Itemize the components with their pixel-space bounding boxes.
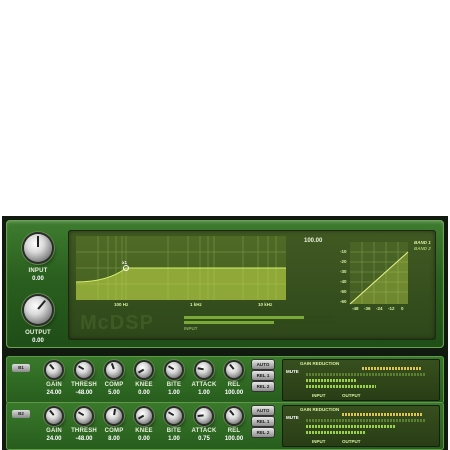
- bite-value: 1.00: [168, 390, 180, 396]
- thresh-knob[interactable]: [76, 362, 92, 378]
- rel-label: REL: [227, 428, 241, 434]
- threshold-readout[interactable]: 100.00: [304, 238, 322, 244]
- gain-reduction-meter: [342, 413, 422, 416]
- rel1-button[interactable]: REL 1: [252, 417, 274, 426]
- gain-value: 24.00: [46, 436, 62, 442]
- knee-label: KNEE: [135, 428, 153, 434]
- auto-button[interactable]: AUTO: [252, 406, 274, 415]
- transfer-y-tick: -20: [340, 259, 347, 264]
- attack-value: 0.75: [198, 436, 210, 442]
- rel-label: REL: [227, 382, 241, 388]
- comp-knob[interactable]: [106, 408, 122, 424]
- comp-knob[interactable]: [106, 362, 122, 378]
- output-label: OUTPUT: [25, 330, 51, 336]
- rel-knob[interactable]: [226, 408, 242, 424]
- thresh-label: THRESH: [71, 428, 97, 434]
- band-2-button[interactable]: B2: [12, 410, 30, 418]
- thresh-knob[interactable]: [76, 408, 92, 424]
- band-legend-2: BAND 2: [414, 246, 431, 251]
- auto-button[interactable]: AUTO: [252, 360, 274, 369]
- bite-knob[interactable]: [166, 362, 182, 378]
- eq-display: 100 Hz 1 kHz 10 kHz x1 100.00 BAND 1 BAN…: [68, 230, 436, 340]
- multiband-compressor-plugin: INPUT 0.00 OUTPUT 0.00 100 Hz 1 kHz 10 k…: [2, 216, 448, 450]
- rel1-button[interactable]: REL 1: [252, 371, 274, 380]
- rel-value: 100.00: [224, 436, 244, 442]
- bite-label: BITE: [166, 428, 182, 434]
- meter-bar: [306, 373, 426, 376]
- gain-knob[interactable]: [46, 408, 62, 424]
- gain-knob[interactable]: [46, 362, 62, 378]
- knee-knob[interactable]: [136, 362, 152, 378]
- attack-knob[interactable]: [196, 362, 212, 378]
- gain-value: 24.00: [46, 390, 62, 396]
- knee-value: 0.00: [138, 436, 150, 442]
- band-1-button[interactable]: B1: [12, 364, 30, 372]
- mute-label[interactable]: MUTE: [286, 369, 299, 374]
- band-point-label: x1: [122, 260, 128, 265]
- gain-reduction-label: GAIN REDUCTION: [300, 361, 340, 366]
- input-value: 0.00: [32, 276, 44, 282]
- knee-value: 0.00: [138, 390, 150, 396]
- transfer-x-tick: -48: [352, 306, 359, 311]
- transfer-y-tick: -10: [340, 249, 347, 254]
- comp-label: COMP: [104, 382, 124, 388]
- mute-label[interactable]: MUTE: [286, 415, 299, 420]
- meter-bar: [306, 419, 426, 422]
- freq-label-1khz: 1 kHz: [190, 302, 202, 307]
- comp-value: 8.00: [108, 436, 120, 442]
- gain-label: GAIN: [46, 428, 62, 434]
- rel-knob[interactable]: [226, 362, 242, 378]
- attack-label: ATTACK: [191, 428, 217, 434]
- rel-value: 100.00: [224, 390, 244, 396]
- band-legend-1: BAND 1: [414, 240, 431, 245]
- transfer-y-tick: -50: [340, 289, 347, 294]
- output-meter: [306, 385, 376, 388]
- meter-label: INPUT: [184, 326, 198, 331]
- attack-label: ATTACK: [191, 382, 217, 388]
- knee-label: KNEE: [135, 382, 153, 388]
- comp-label: COMP: [104, 428, 124, 434]
- transfer-x-tick: -36: [364, 306, 371, 311]
- knee-knob[interactable]: [136, 408, 152, 424]
- input-label: INPUT: [28, 268, 48, 274]
- bite-value: 1.00: [168, 436, 180, 442]
- transfer-y-tick: -60: [340, 299, 347, 304]
- input-radio-label[interactable]: INPUT: [312, 393, 326, 398]
- thresh-label: THRESH: [71, 382, 97, 388]
- gain-reduction-display: GAIN REDUCTION MUTE INPUT OUTPUT: [282, 405, 440, 447]
- output-radio-label[interactable]: OUTPUT: [342, 393, 361, 398]
- output-knob[interactable]: [24, 296, 52, 324]
- comp-value: 5.00: [108, 390, 120, 396]
- freq-label-100hz: 100 Hz: [114, 302, 129, 307]
- input-radio-label[interactable]: INPUT: [312, 439, 326, 444]
- freq-label-10khz: 10 kHz: [258, 302, 273, 307]
- transfer-y-tick: -40: [340, 279, 347, 284]
- band-row-2: B2 GAIN 24.00 THRESH -48.00 COMP 8.00 KN…: [6, 402, 444, 450]
- output-meter: [306, 431, 366, 434]
- gain-reduction-label: GAIN REDUCTION: [300, 407, 340, 412]
- output-radio-label[interactable]: OUTPUT: [342, 439, 361, 444]
- input-meter: [306, 379, 356, 382]
- band-row-1: B1 GAIN 24.00 THRESH -48.00 COMP 5.00 KN…: [6, 356, 444, 404]
- main-panel: INPUT 0.00 OUTPUT 0.00 100 Hz 1 kHz 10 k…: [6, 220, 444, 348]
- rel2-button[interactable]: REL 2: [252, 428, 274, 437]
- bite-label: BITE: [166, 382, 182, 388]
- gain-reduction-display: GAIN REDUCTION MUTE INPUT OUTPUT: [282, 359, 440, 401]
- output-value: 0.00: [32, 338, 44, 344]
- transfer-x-tick: 0: [401, 306, 404, 311]
- thresh-value: -48.00: [75, 390, 93, 396]
- bite-knob[interactable]: [166, 408, 182, 424]
- transfer-x-tick: -12: [388, 306, 395, 311]
- attack-value: 1.00: [198, 390, 210, 396]
- attack-knob[interactable]: [196, 408, 212, 424]
- gain-label: GAIN: [46, 382, 62, 388]
- rel2-button[interactable]: REL 2: [252, 382, 274, 391]
- gain-reduction-meter: [362, 367, 422, 370]
- thresh-value: -48.00: [75, 436, 93, 442]
- mcdsp-logo: McDSP: [80, 312, 154, 334]
- input-knob[interactable]: [24, 234, 52, 262]
- transfer-x-tick: -24: [376, 306, 383, 311]
- input-meter: [306, 425, 396, 428]
- transfer-y-tick: -30: [340, 269, 347, 274]
